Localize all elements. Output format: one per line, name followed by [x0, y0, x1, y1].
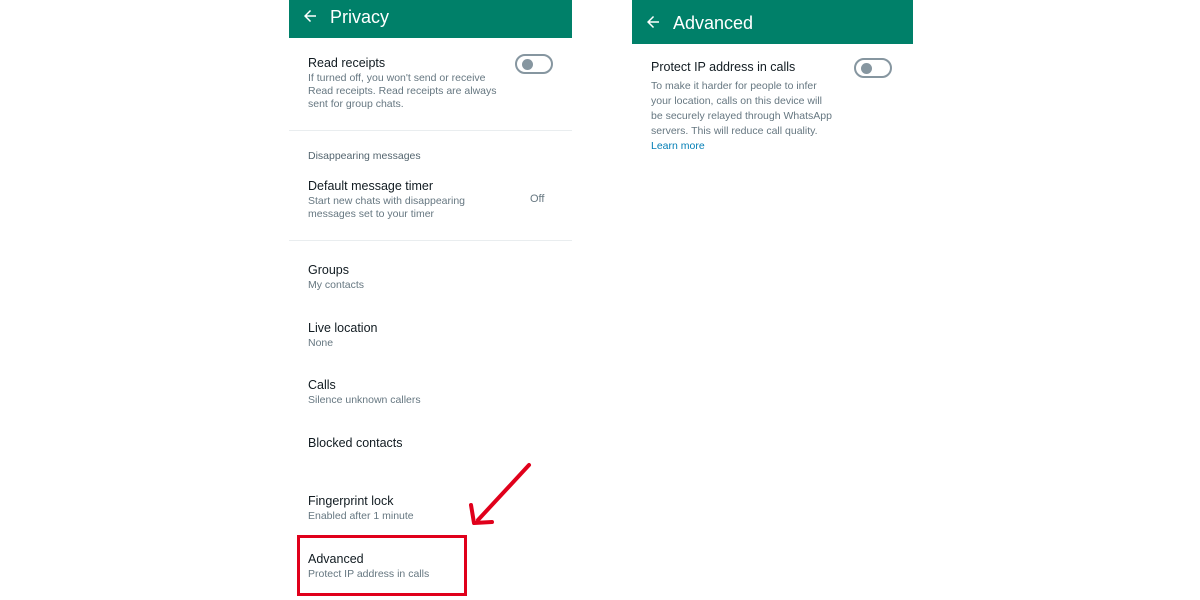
fingerprint-lock-title: Fingerprint lock — [308, 494, 394, 508]
protect-ip-setting[interactable]: Protect IP address in calls To make it h… — [651, 59, 833, 154]
page-title: Privacy — [330, 7, 390, 27]
toggle-knob — [522, 59, 533, 70]
arrow-back-icon[interactable] — [644, 13, 662, 31]
divider — [289, 130, 572, 131]
divider — [289, 240, 572, 241]
toggle-knob — [861, 63, 872, 74]
privacy-screen: Privacy Read receipts If turned off, you… — [289, 0, 572, 600]
learn-more-link[interactable]: Learn more — [651, 140, 705, 152]
read-receipts-subtitle: If turned off, you won't send or receive… — [308, 72, 497, 110]
fingerprint-lock-setting[interactable]: Fingerprint lock Enabled after 1 minute — [308, 493, 414, 523]
read-receipts-toggle[interactable] — [515, 54, 553, 74]
protect-ip-toggle[interactable] — [854, 58, 892, 78]
blocked-contacts-setting[interactable]: Blocked contacts — [308, 435, 403, 451]
protect-ip-description: To make it harder for people to infer yo… — [651, 79, 833, 154]
highlight-box — [297, 535, 467, 596]
advanced-app-bar: Advanced — [632, 0, 913, 44]
groups-subtitle: My contacts — [308, 279, 365, 291]
disappearing-messages-header: Disappearing messages — [308, 150, 421, 162]
pointer-arrow — [469, 463, 531, 525]
live-location-title: Live location — [308, 321, 378, 335]
calls-setting[interactable]: Calls Silence unknown callers — [308, 377, 421, 407]
default-timer-title: Default message timer — [308, 179, 434, 193]
arrow-back-icon[interactable] — [301, 7, 319, 25]
live-location-subtitle: None — [308, 337, 334, 349]
default-message-timer-setting[interactable]: Default message timer Start new chats wi… — [308, 178, 493, 221]
fingerprint-lock-subtitle: Enabled after 1 minute — [308, 510, 414, 522]
default-timer-subtitle: Start new chats with disappearing messag… — [308, 195, 466, 220]
calls-title: Calls — [308, 378, 336, 392]
advanced-screen: Advanced Protect IP address in calls To … — [632, 0, 913, 600]
protect-ip-title: Protect IP address in calls — [651, 60, 796, 74]
live-location-setting[interactable]: Live location None — [308, 320, 378, 350]
privacy-app-bar: Privacy — [289, 0, 572, 38]
groups-title: Groups — [308, 263, 349, 277]
read-receipts-setting[interactable]: Read receipts If turned off, you won't s… — [308, 55, 508, 111]
calls-subtitle: Silence unknown callers — [308, 394, 421, 406]
default-timer-value: Off — [530, 193, 545, 205]
blocked-contacts-title: Blocked contacts — [308, 436, 403, 450]
groups-setting[interactable]: Groups My contacts — [308, 262, 364, 292]
read-receipts-title: Read receipts — [308, 56, 386, 70]
page-title: Advanced — [673, 13, 754, 33]
protect-ip-description-text: To make it harder for people to infer yo… — [651, 80, 832, 137]
